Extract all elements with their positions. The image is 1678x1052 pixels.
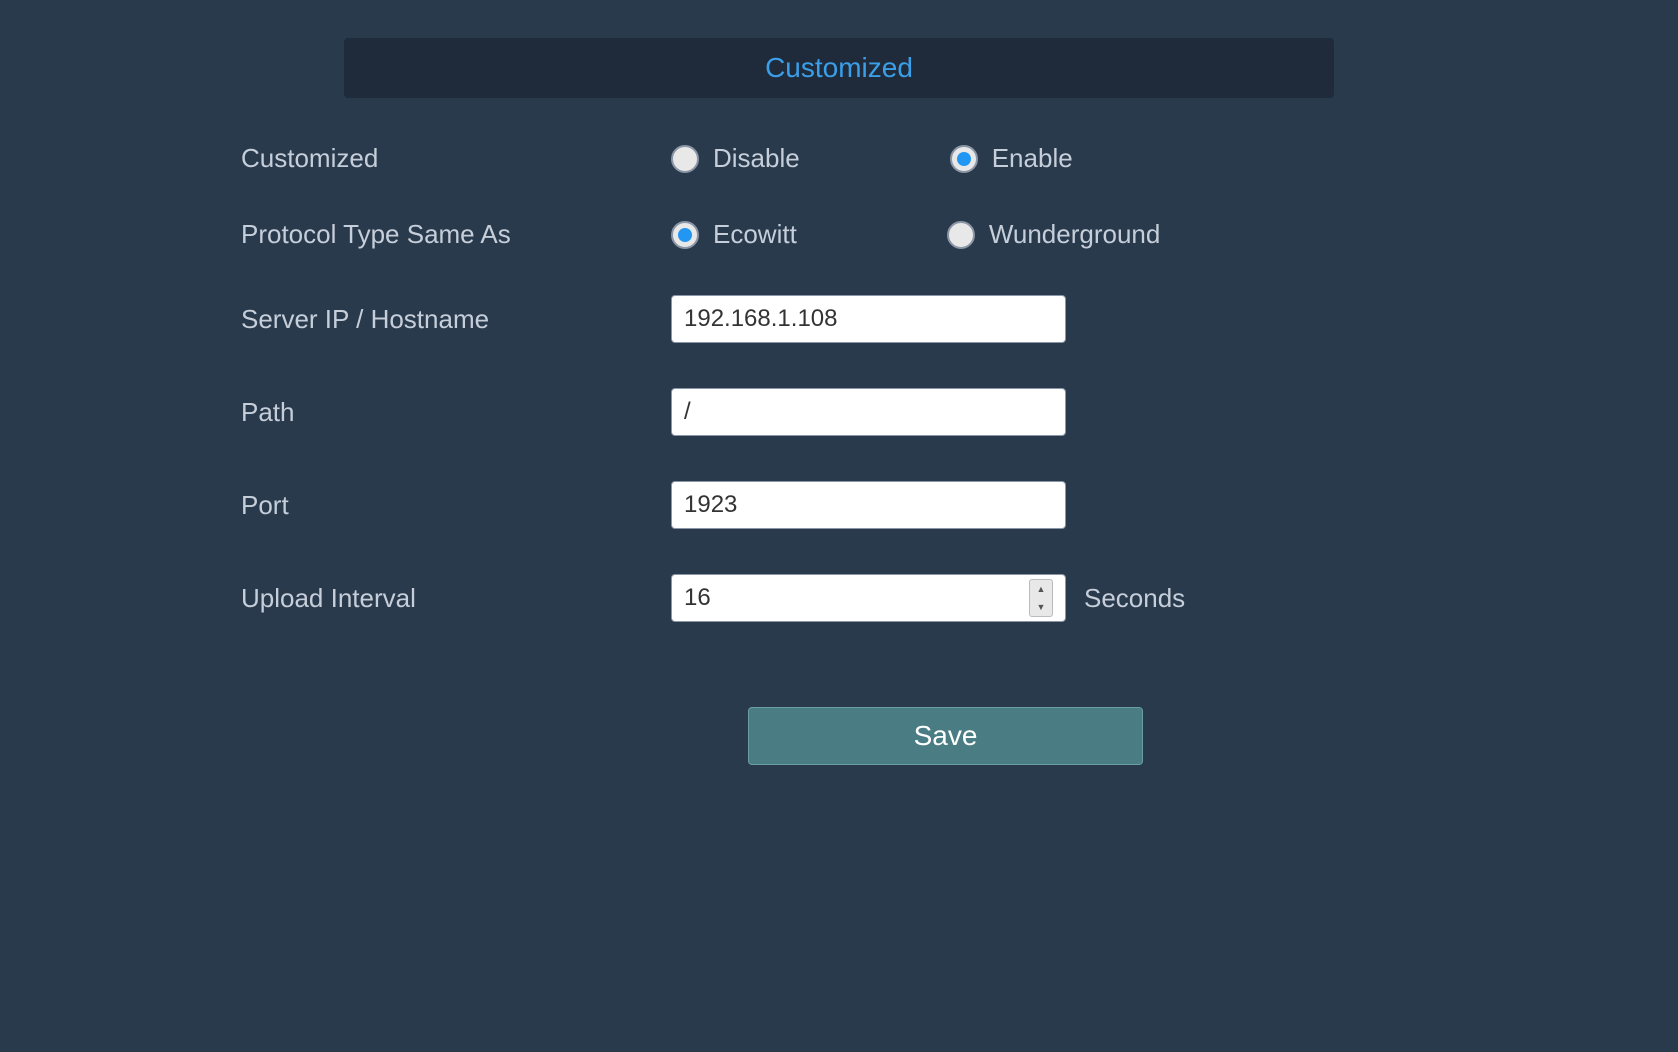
label-interval: Upload Interval xyxy=(241,583,671,614)
radio-label-enable: Enable xyxy=(992,143,1073,174)
radio-group-protocol: Ecowitt Wunderground xyxy=(671,219,1160,250)
radio-icon xyxy=(947,221,975,249)
interval-unit: Seconds xyxy=(1084,583,1185,614)
radio-label-ecowitt: Ecowitt xyxy=(713,219,797,250)
row-path: Path xyxy=(241,388,1437,436)
radio-protocol-wunderground[interactable]: Wunderground xyxy=(947,219,1161,250)
radio-customized-enable[interactable]: Enable xyxy=(950,143,1073,174)
chevron-down-icon[interactable]: ▼ xyxy=(1030,598,1052,616)
row-interval: Upload Interval 16 ▲ ▼ Seconds xyxy=(241,574,1437,622)
port-input[interactable] xyxy=(671,481,1066,529)
label-protocol: Protocol Type Same As xyxy=(241,219,671,250)
interval-value: 16 xyxy=(684,584,711,612)
path-input[interactable] xyxy=(671,388,1066,436)
interval-input-wrap: 16 ▲ ▼ Seconds xyxy=(671,574,1185,622)
radio-icon xyxy=(950,145,978,173)
chevron-up-icon[interactable]: ▲ xyxy=(1030,580,1052,598)
label-path: Path xyxy=(241,397,671,428)
settings-panel: Customized Customized Disable Enable Pro… xyxy=(164,0,1514,765)
row-customized: Customized Disable Enable xyxy=(241,143,1437,174)
radio-icon xyxy=(671,145,699,173)
stepper-icon[interactable]: ▲ ▼ xyxy=(1029,579,1053,617)
label-port: Port xyxy=(241,490,671,521)
save-button[interactable]: Save xyxy=(748,707,1143,765)
radio-label-disable: Disable xyxy=(713,143,800,174)
row-protocol: Protocol Type Same As Ecowitt Wundergrou… xyxy=(241,219,1437,250)
radio-icon xyxy=(671,221,699,249)
radio-group-customized: Disable Enable xyxy=(671,143,1073,174)
radio-customized-disable[interactable]: Disable xyxy=(671,143,800,174)
radio-protocol-ecowitt[interactable]: Ecowitt xyxy=(671,219,797,250)
server-input[interactable] xyxy=(671,295,1066,343)
form-body: Customized Disable Enable Protocol Type … xyxy=(164,143,1514,765)
row-server: Server IP / Hostname xyxy=(241,295,1437,343)
panel-header: Customized xyxy=(344,38,1334,98)
panel-title: Customized xyxy=(765,52,913,83)
label-customized: Customized xyxy=(241,143,671,174)
interval-input[interactable]: 16 ▲ ▼ xyxy=(671,574,1066,622)
radio-label-wunderground: Wunderground xyxy=(989,219,1161,250)
label-server: Server IP / Hostname xyxy=(241,304,671,335)
button-row: Save xyxy=(241,707,1437,765)
row-port: Port xyxy=(241,481,1437,529)
